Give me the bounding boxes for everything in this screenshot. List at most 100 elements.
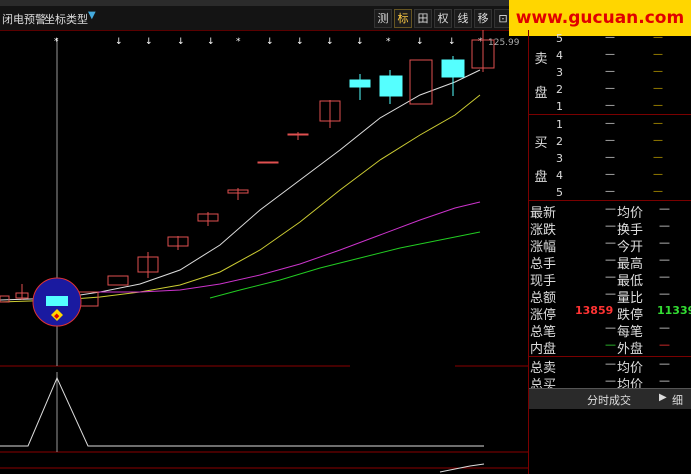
buy-level-price: —: [605, 118, 615, 129]
sell-level-index: 4: [556, 49, 563, 62]
quote-value: —: [605, 236, 616, 249]
indicator-line: [0, 376, 484, 447]
sell-level-volume: —: [653, 32, 663, 43]
buy-level-volume: —: [653, 152, 663, 163]
buy-level-volume: —: [653, 118, 663, 129]
ma-line-yellow: [0, 94, 481, 303]
sell-level-volume: —: [653, 83, 663, 94]
buy-level-volume: —: [653, 186, 663, 197]
quote-row: 涨幅 — 今开 —: [529, 236, 691, 255]
sell-level-price: —: [605, 32, 615, 43]
buy-level-index: 1: [556, 118, 563, 131]
quote-label: 内盘: [530, 342, 557, 357]
signal-marker: ↓: [207, 37, 215, 47]
signal-marker: ↓: [296, 37, 304, 47]
sell-level-volume: —: [653, 66, 663, 77]
signal-marker: ↓: [177, 37, 185, 47]
diamond-mark-icon: ◆: [54, 312, 60, 320]
sell-level-index: 1: [556, 100, 563, 113]
quote-value: —: [659, 357, 670, 370]
buy-level-price: —: [605, 186, 615, 197]
quote-value: —: [659, 321, 670, 334]
quote-value: —: [659, 338, 670, 351]
candle: [0, 295, 10, 303]
quote-value: —: [659, 219, 670, 232]
signal-marker: ↓: [356, 37, 364, 47]
candle: [349, 79, 371, 88]
signal-marker: *: [236, 37, 241, 47]
signal-candle: [46, 296, 68, 306]
right-arrow-icon[interactable]: ▶: [659, 392, 667, 403]
buy-level-price: —: [605, 135, 615, 146]
quote-label: 外盘: [617, 342, 644, 357]
sell-level-price: —: [605, 83, 615, 94]
quote-row: 涨停 13859 跌停 11339: [529, 304, 691, 323]
quote-row: 总额 — 量比 —: [529, 287, 691, 306]
quote-value: —: [605, 202, 616, 215]
quote-value: —: [659, 374, 670, 387]
buy-level-volume: —: [653, 135, 663, 146]
tick-trades-bar[interactable]: 分时成交 ▶ 细: [529, 388, 691, 409]
quote-value: —: [605, 321, 616, 334]
sell-level-price: —: [605, 66, 615, 77]
quote-value: —: [605, 270, 616, 283]
buy-level-price: —: [605, 152, 615, 163]
quote-row: 内盘 — 外盘 —: [529, 338, 691, 357]
signal-marker: *: [386, 37, 391, 47]
buy-level-price: —: [605, 169, 615, 180]
buy-level-index: 5: [556, 186, 563, 199]
signal-marker: *: [54, 37, 59, 47]
signal-marker: ↓: [416, 37, 424, 47]
quote-row: 总手 — 最高 —: [529, 253, 691, 272]
quote-value: —: [605, 219, 616, 232]
sell-level-price: —: [605, 100, 615, 111]
signal-marker: ↓: [448, 37, 456, 47]
buy-side-label: 买盘: [534, 136, 548, 185]
kline-chart[interactable]: * ↓ ↓ ↓ ↓ * ↓ ↓ ↓ ↓ * ↓ ↓ * 125.99 ◆: [0, 0, 530, 474]
candle: [441, 59, 465, 78]
quote-value: —: [659, 270, 670, 283]
signal-marker: ↓: [266, 37, 274, 47]
tick-trades-tab[interactable]: 分时成交: [587, 392, 631, 408]
candle: [379, 75, 403, 97]
order-book-divider: [529, 200, 691, 201]
ma-line-green: [209, 231, 481, 299]
signal-marker: ↓: [326, 37, 334, 47]
order-book-divider: [529, 114, 691, 115]
quote-value: —: [605, 253, 616, 266]
limit-up-value: 13859: [575, 304, 614, 317]
buy-level-index: 3: [556, 152, 563, 165]
sell-level-index: 2: [556, 83, 563, 96]
sell-level-price: —: [605, 49, 615, 60]
quote-value: —: [605, 357, 616, 370]
buy-level-volume: —: [653, 169, 663, 180]
sell-level-volume: —: [653, 100, 663, 111]
detail-button[interactable]: 细: [672, 392, 683, 408]
quote-value: —: [659, 236, 670, 249]
buy-level-index: 2: [556, 135, 563, 148]
candle: [107, 275, 129, 286]
quote-value: —: [605, 374, 616, 387]
price-label: 125.99: [488, 38, 520, 48]
quote-row: 总卖 — 均价 —: [529, 357, 691, 376]
quote-value: —: [605, 338, 616, 351]
signal-marker: ↓: [115, 37, 123, 47]
quote-value: —: [659, 202, 670, 215]
ma-line-white: [0, 69, 481, 301]
quote-value: —: [659, 253, 670, 266]
sell-level-volume: —: [653, 49, 663, 60]
candle: [257, 161, 279, 164]
signal-marker: *: [478, 37, 483, 47]
quote-row: 最新 — 均价 —: [529, 202, 691, 221]
sell-side-label: 卖盘: [534, 52, 548, 101]
buy-level-index: 4: [556, 169, 563, 182]
sell-level-index: 3: [556, 66, 563, 79]
quote-row: 涨跌 — 换手 —: [529, 219, 691, 238]
quote-value: —: [605, 287, 616, 300]
sell-level-index: 5: [556, 32, 563, 45]
candle: [409, 59, 433, 105]
quote-row: 总笔 — 每笔 —: [529, 321, 691, 340]
order-book-panel: 卖盘 5 — — 4 — — 3 — — 2 — — 1 — — 买盘 1 — …: [528, 30, 691, 474]
limit-down-value: 11339: [657, 304, 691, 317]
candle: [287, 133, 309, 136]
